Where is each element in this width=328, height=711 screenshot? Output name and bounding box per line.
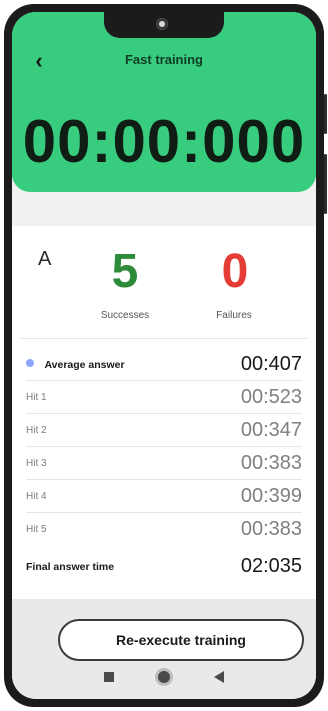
answers-table: Average answer 00:407 Hit 1 00:523 Hit 2… — [26, 348, 302, 545]
average-label: Average answer — [44, 359, 125, 371]
final-row: Final answer time 02:035 — [26, 555, 302, 578]
table-row: Hit 1 00:523 — [26, 381, 302, 413]
timer-display: 00:00:000 — [22, 108, 306, 175]
hit-value: 00:523 — [240, 385, 302, 408]
final-label: Final answer time — [26, 560, 115, 573]
table-row: Hit 4 00:399 — [26, 480, 302, 512]
triangle-back-icon — [213, 671, 224, 683]
results-panel: A 5 Successes 0 Failures Average answer … — [12, 226, 316, 599]
camera-icon — [156, 18, 168, 30]
hit-label: Hit 2 — [26, 424, 47, 436]
side-button — [324, 94, 327, 134]
successes-value: 5 — [111, 245, 139, 298]
hit-value: 00:383 — [240, 517, 302, 540]
home-button[interactable] — [152, 665, 176, 689]
page-title: Fast training — [124, 52, 203, 67]
successes-label: Successes — [100, 310, 150, 321]
table-row: Hit 5 00:383 — [26, 513, 302, 545]
header: ‹ Fast training 00:00:000 — [12, 12, 316, 192]
recent-apps-button[interactable] — [97, 665, 121, 689]
side-button — [324, 154, 327, 214]
score-letter: A — [38, 248, 52, 270]
square-icon — [104, 672, 115, 682]
table-row: Hit 2 00:347 — [26, 414, 302, 446]
hit-label: Hit 5 — [26, 523, 47, 535]
hit-value: 00:383 — [240, 451, 302, 474]
bottom-bar: Re-execute training — [12, 599, 316, 699]
final-value: 02:035 — [240, 555, 302, 577]
back-nav-button[interactable] — [207, 665, 231, 689]
average-value: 00:407 — [240, 352, 302, 375]
average-row: Average answer 00:407 — [26, 348, 302, 380]
hit-label: Hit 3 — [26, 457, 47, 469]
phone-frame: ‹ Fast training 00:00:000 A 5 Successes … — [4, 4, 327, 707]
screen: ‹ Fast training 00:00:000 A 5 Successes … — [12, 12, 316, 699]
failures-value: 0 — [221, 245, 249, 298]
divider — [20, 338, 308, 339]
hit-label: Hit 1 — [26, 391, 47, 403]
table-row: Hit 3 00:383 — [26, 447, 302, 479]
hit-label: Hit 4 — [26, 490, 47, 502]
circle-icon — [157, 671, 170, 683]
system-nav-bar — [12, 655, 316, 699]
dot-icon — [26, 359, 34, 367]
hit-value: 00:347 — [240, 418, 302, 441]
hit-value: 00:399 — [240, 484, 302, 507]
notch — [104, 12, 224, 38]
failures-label: Failures — [216, 310, 252, 321]
